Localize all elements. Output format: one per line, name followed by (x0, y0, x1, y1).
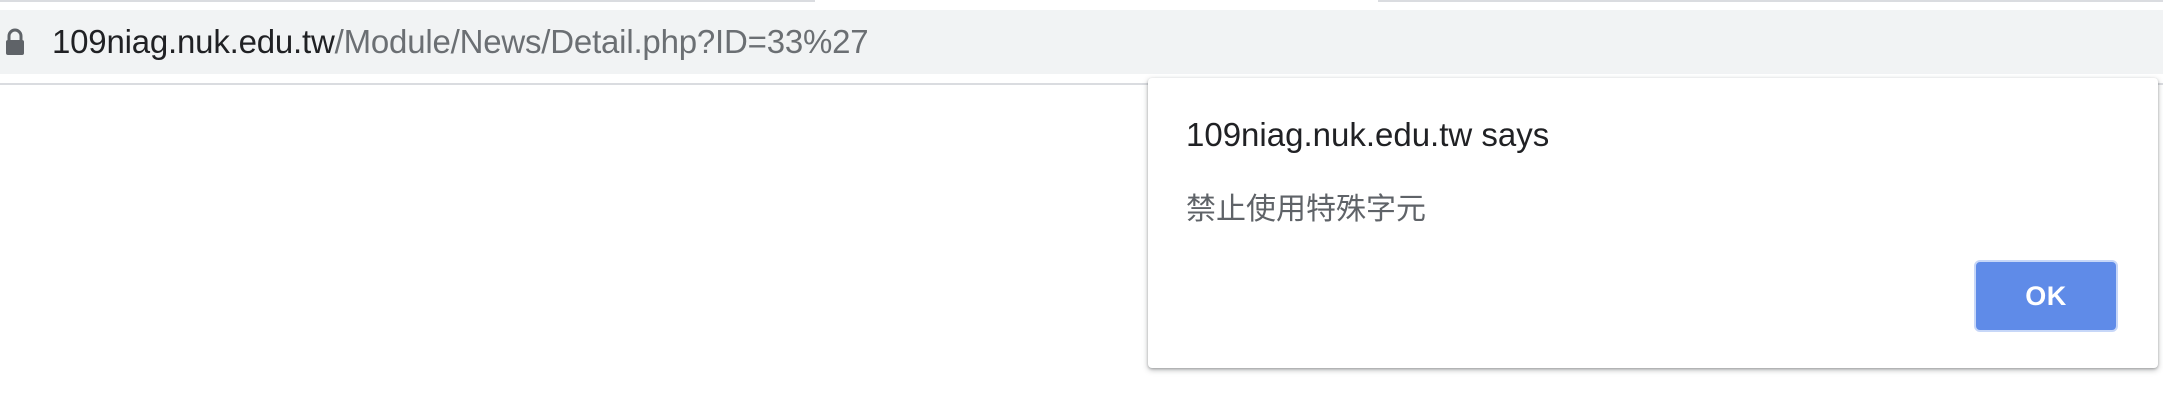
ok-button[interactable]: OK (1974, 260, 2118, 332)
tab-strip-line-right (1378, 0, 2163, 2)
address-bar[interactable]: 109niag.nuk.edu.tw/Module/News/Detail.ph… (0, 10, 2163, 74)
url-host: 109niag.nuk.edu.tw (52, 23, 335, 60)
tab-strip-edge (0, 0, 2163, 10)
dialog-title: 109niag.nuk.edu.tw says (1186, 116, 1550, 153)
dialog-message: 禁止使用特殊字元 (1186, 192, 1426, 227)
lock-icon[interactable] (4, 27, 26, 57)
url-path: /Module/News/Detail.php?ID=33%27 (334, 23, 869, 60)
alert-dialog: 109niag.nuk.edu.tw says 禁止使用特殊字元 OK (1148, 78, 2158, 368)
tab-strip-line-left (0, 0, 815, 2)
url-text[interactable]: 109niag.nuk.edu.tw/Module/News/Detail.ph… (52, 23, 869, 61)
